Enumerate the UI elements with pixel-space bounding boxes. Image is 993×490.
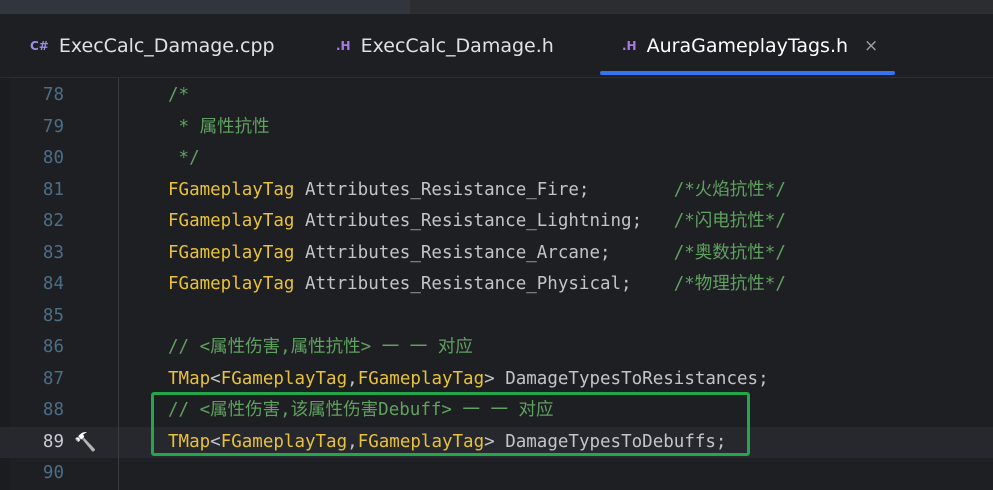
header-file-icon: .H bbox=[336, 38, 351, 53]
line-number[interactable]: 88 bbox=[20, 395, 64, 426]
code-line[interactable]: 79 * 属性抗性 bbox=[0, 112, 993, 143]
code-line[interactable]: 84 FGameplayTag Attributes_Resistance_Phy… bbox=[0, 269, 993, 300]
tab-execcalc-damage-cpp[interactable]: C# ExecCalc_Damage.cpp bbox=[30, 14, 275, 77]
code-token: /*物理抗性*/ bbox=[673, 274, 786, 294]
code-line[interactable]: 78 /* bbox=[0, 80, 993, 111]
code-token: Attributes_Resistance_Physical; bbox=[294, 274, 674, 294]
code-token: FGameplayTag bbox=[168, 179, 295, 200]
code-token: Attributes_Resistance_Arcane; bbox=[294, 242, 674, 263]
cpp-file-icon: C# bbox=[30, 38, 49, 53]
code-token: /*火焰抗性*/ bbox=[673, 179, 786, 200]
code-token: , bbox=[347, 368, 358, 389]
code-line[interactable]: 83 FGameplayTag Attributes_Resistance_Arc… bbox=[0, 238, 993, 269]
code-text: * 属性抗性 bbox=[168, 112, 270, 143]
hammer-icon[interactable]: 🔨 bbox=[74, 427, 96, 458]
tab-execcalc-damage-h[interactable]: .H ExecCalc_Damage.h bbox=[336, 14, 554, 77]
code-line[interactable]: 86 // <属性伤害,属性抗性> 一 一 对应 bbox=[0, 332, 993, 363]
code-token: /*奥数抗性*/ bbox=[673, 242, 786, 263]
code-token: // <属性伤害,属性抗性> 一 一 对应 bbox=[168, 337, 473, 357]
line-number[interactable]: 81 bbox=[20, 175, 64, 206]
code-line[interactable]: 85 bbox=[0, 301, 993, 332]
line-number[interactable]: 84 bbox=[20, 269, 64, 300]
title-strip-accent bbox=[0, 0, 410, 14]
annotation-highlight-box bbox=[151, 392, 750, 456]
line-number[interactable]: 87 bbox=[20, 364, 64, 395]
line-number[interactable]: 83 bbox=[20, 238, 64, 269]
code-line[interactable]: 90 bbox=[0, 458, 993, 489]
code-text: /* bbox=[168, 80, 189, 111]
code-token: < bbox=[210, 368, 221, 389]
code-token: FGameplayTag bbox=[220, 368, 348, 389]
tab-auragameplaytags-h[interactable]: .H AuraGameplayTags.h × bbox=[622, 14, 878, 77]
code-token: FGameplayTag bbox=[357, 368, 485, 389]
line-number[interactable]: 79 bbox=[20, 112, 64, 143]
code-text: */ bbox=[168, 143, 200, 174]
line-number[interactable]: 90 bbox=[20, 458, 64, 489]
code-text: // <属性伤害,属性抗性> 一 一 对应 bbox=[168, 332, 473, 363]
line-number[interactable]: 89 bbox=[20, 427, 64, 458]
code-text: TMap<FGameplayTag,FGameplayTag> DamageTy… bbox=[168, 364, 769, 395]
code-token: /* bbox=[168, 85, 190, 105]
tab-label: AuraGameplayTags.h bbox=[646, 34, 849, 57]
code-token: TMap bbox=[168, 368, 211, 389]
code-line[interactable]: 80 */ bbox=[0, 143, 993, 174]
title-strip bbox=[0, 0, 993, 14]
tab-label: ExecCalc_Damage.cpp bbox=[58, 34, 275, 57]
code-line[interactable]: 82 FGameplayTag Attributes_Resistance_Lig… bbox=[0, 206, 993, 237]
close-icon[interactable]: × bbox=[864, 36, 878, 56]
tab-label: ExecCalc_Damage.h bbox=[360, 34, 554, 57]
code-token: FGameplayTag bbox=[168, 242, 295, 263]
header-file-icon: .H bbox=[622, 38, 637, 53]
line-number[interactable]: 86 bbox=[20, 332, 64, 363]
code-text: FGameplayTag Attributes_Resistance_Physi… bbox=[168, 269, 786, 300]
code-text: FGameplayTag Attributes_Resistance_Fire;… bbox=[168, 175, 786, 206]
code-token: > bbox=[484, 368, 506, 389]
code-token: FGameplayTag bbox=[168, 274, 295, 294]
editor-tab-bar: C# ExecCalc_Damage.cpp .H ExecCalc_Damag… bbox=[0, 14, 993, 78]
code-token: */ bbox=[168, 148, 200, 168]
line-number[interactable]: 82 bbox=[20, 206, 64, 237]
code-token: Attributes_Resistance_Fire; bbox=[294, 179, 674, 200]
line-number[interactable]: 78 bbox=[20, 80, 64, 111]
code-token: DamageTypesToResistances; bbox=[505, 368, 769, 389]
code-token: FGameplayTag bbox=[168, 211, 295, 231]
active-tab-indicator bbox=[600, 71, 895, 75]
code-line[interactable]: 87 TMap<FGameplayTag,FGameplayTag> Damage… bbox=[0, 364, 993, 395]
code-token: /*闪电抗性*/ bbox=[673, 211, 786, 231]
line-number[interactable]: 85 bbox=[20, 301, 64, 332]
gutter-divider bbox=[118, 78, 119, 490]
code-token: * 属性抗性 bbox=[168, 116, 270, 137]
code-text: FGameplayTag Attributes_Resistance_Light… bbox=[168, 206, 786, 237]
line-number[interactable]: 80 bbox=[20, 143, 64, 174]
code-token: Attributes_Resistance_Lightning; bbox=[294, 211, 674, 231]
code-line[interactable]: 81 FGameplayTag Attributes_Resistance_Fir… bbox=[0, 175, 993, 206]
code-text: FGameplayTag Attributes_Resistance_Arcan… bbox=[168, 238, 786, 269]
